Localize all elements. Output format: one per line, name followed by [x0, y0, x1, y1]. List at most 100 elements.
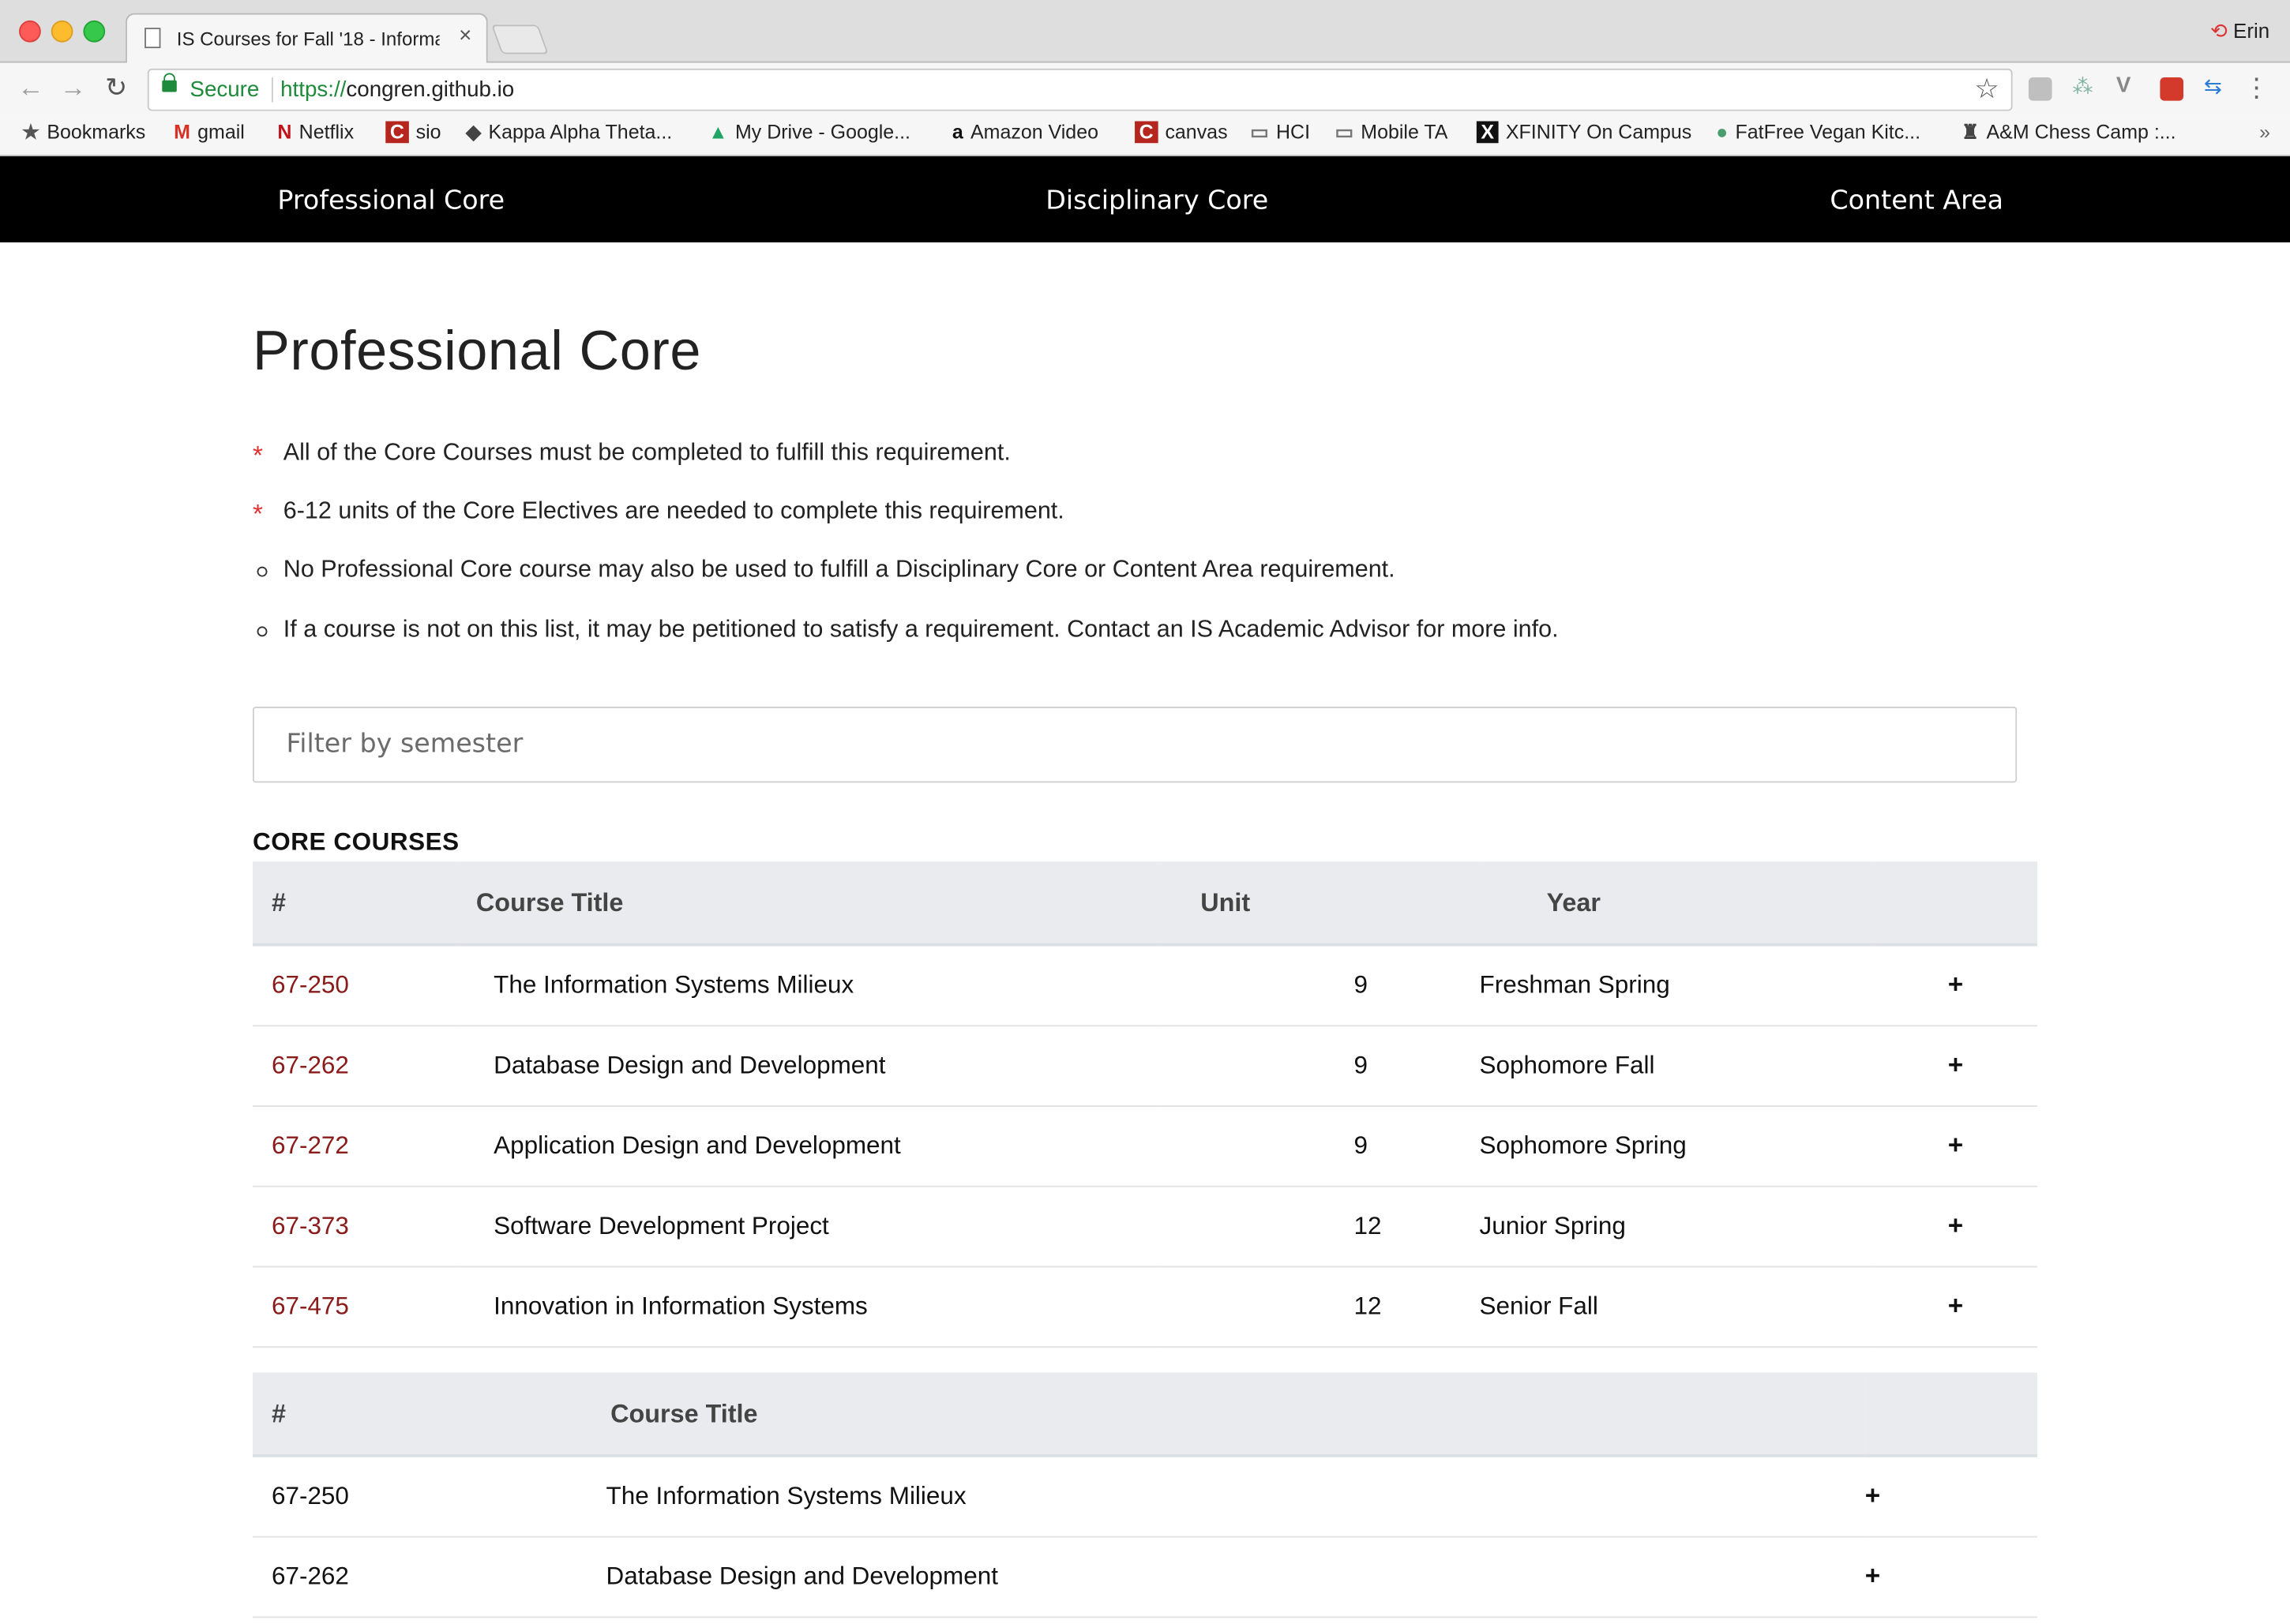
tab-title: IS Courses for Fall '18 - Informa: [176, 28, 440, 50]
course-title: The Information Systems Milieux: [494, 970, 854, 999]
course-year: Sophomore Fall: [1479, 1050, 1655, 1078]
course-code: 67-262: [272, 1562, 349, 1590]
bookmark-item[interactable]: N Netflix: [277, 122, 354, 144]
bookmark-item[interactable]: a Amazon Video: [952, 122, 1098, 144]
course-code[interactable]: 67-262: [253, 1025, 457, 1105]
folder-icon: ▭: [1250, 121, 1269, 144]
menu-icon[interactable]: ⋮: [2243, 74, 2269, 100]
course-title: Database Design and Development: [494, 1050, 886, 1078]
circle-bullet-icon: [257, 626, 268, 637]
bookmark-item[interactable]: ▭ Mobile TA: [1335, 122, 1447, 145]
url-text: https://congren.github.io: [280, 77, 514, 102]
profile-button[interactable]: ⟲ Erin: [2210, 19, 2269, 43]
nav-content-area[interactable]: Content Area: [1830, 186, 2003, 216]
circle-bullet-icon: [257, 566, 268, 577]
secure-label: Secure: [190, 77, 260, 103]
bookmark-label: Bookmarks: [47, 121, 146, 144]
drive-icon: ▲: [708, 121, 728, 144]
kite-icon: ◆: [465, 121, 482, 144]
tab-close-icon[interactable]: ×: [459, 24, 471, 48]
forward-arrow-icon[interactable]: →: [60, 73, 86, 103]
nav-professional-core[interactable]: Professional Core: [277, 186, 505, 216]
table-row: 67-250 The Information Systems Milieux 9…: [252, 945, 2038, 1026]
bookmark-label: FatFree Vegan Kitc...: [1735, 121, 1921, 144]
bookmark-label: HCI: [1276, 121, 1311, 144]
course-code[interactable]: 67-373: [253, 1186, 457, 1266]
netflix-icon: N: [277, 121, 292, 144]
bookmark-star-icon[interactable]: ☆: [1974, 73, 1999, 107]
course-code[interactable]: 67-250: [253, 945, 457, 1026]
expand-button[interactable]: +: [1865, 1536, 2037, 1617]
x-icon: X: [1476, 121, 1499, 144]
browser-toolbar: ← → ↻ Secure https://congren.github.io ☆…: [0, 62, 2290, 116]
bookmark-label: My Drive - Google...: [734, 121, 910, 144]
address-bar[interactable]: Secure https://congren.github.io ☆: [147, 68, 2013, 111]
bookmarks-overflow-icon[interactable]: »: [2259, 122, 2270, 144]
bookmark-item[interactable]: ★ Bookmarks: [22, 122, 146, 145]
sync-icon: ⟲: [2209, 19, 2228, 43]
bookmark-label: Mobile TA: [1361, 121, 1448, 144]
leaf-icon: ●: [1716, 121, 1729, 144]
expand-button[interactable]: +: [1874, 945, 2037, 1026]
semester-filter-input[interactable]: [253, 708, 1966, 778]
bookmark-item[interactable]: Mgmail: [174, 122, 245, 144]
site-nav: Professional Core Disciplinary Core Cont…: [0, 156, 2290, 243]
expand-button[interactable]: +: [1874, 1025, 2037, 1105]
expand-button[interactable]: +: [1874, 1186, 2037, 1266]
c-icon: C: [385, 121, 409, 144]
course-year: Sophomore Spring: [1479, 1131, 1687, 1159]
back-arrow-icon[interactable]: ←: [17, 73, 43, 103]
browser-tab-strip: IS Courses for Fall '18 - Informa × ⟲ Eri…: [0, 0, 2290, 63]
bookmark-item[interactable]: Csio: [385, 121, 441, 144]
extension-v-icon[interactable]: V: [2116, 73, 2140, 97]
url-host: congren.github.io: [346, 77, 515, 103]
bookmark-label: Amazon Video: [970, 121, 1098, 144]
course-title: Innovation in Information Systems: [494, 1291, 868, 1320]
bookmark-label: sio: [415, 121, 441, 144]
lock-icon: [162, 73, 177, 92]
nav-disciplinary-core[interactable]: Disciplinary Core: [1046, 186, 1268, 216]
bookmark-item[interactable]: X XFINITY On Campus: [1476, 121, 1691, 144]
course-code[interactable]: 67-272: [253, 1105, 457, 1186]
col-header-number: #: [272, 887, 287, 917]
window-minimize-button[interactable]: [51, 20, 73, 43]
col-header-title: Course Title: [475, 887, 624, 917]
bookmark-item[interactable]: Ccanvas: [1135, 121, 1228, 144]
list-item-text: 6-12 units of the Core Electives are nee…: [283, 497, 1064, 524]
browser-tab[interactable]: IS Courses for Fall '18 - Informa ×: [126, 13, 488, 63]
list-item-text: All of the Core Courses must be complete…: [283, 439, 1011, 466]
reload-icon[interactable]: ↻: [105, 73, 127, 103]
course-year: Freshman Spring: [1479, 970, 1670, 999]
bookmark-item[interactable]: ♜ A&M Chess Camp :...: [1962, 122, 2176, 145]
table-header-row: # Course Title: [252, 1372, 2038, 1456]
bookmark-item[interactable]: ▭ HCI: [1250, 122, 1310, 145]
table-row: 67-475 Innovation in Information Systems…: [252, 1266, 2038, 1347]
expand-button[interactable]: +: [1874, 1266, 2037, 1347]
cors-extension-icon[interactable]: [2160, 77, 2184, 101]
course-unit: 9: [1353, 1131, 1368, 1159]
table-header-row: # Course Title Unit Year: [252, 861, 2038, 945]
page-icon: [145, 28, 161, 49]
course-code: 67-250: [272, 1481, 349, 1510]
course-unit: 9: [1353, 1050, 1368, 1078]
asterisk-icon: *: [252, 499, 263, 529]
window-close-button[interactable]: [19, 20, 41, 43]
bookmark-item[interactable]: ▲ My Drive - Google...: [708, 122, 910, 144]
bookmark-item[interactable]: ◆ Kappa Alpha Theta...: [466, 122, 672, 145]
extension-arrows-icon[interactable]: ⇆: [2204, 73, 2228, 99]
extension-tree-icon[interactable]: ⁂: [2072, 74, 2096, 98]
url-separator: [272, 77, 273, 103]
course-year: Junior Spring: [1479, 1211, 1626, 1240]
extension-icon[interactable]: [2028, 77, 2052, 101]
expand-button[interactable]: +: [1874, 1105, 2037, 1186]
gmail-icon: M: [174, 121, 190, 144]
expand-button[interactable]: +: [1865, 1456, 2037, 1536]
course-code[interactable]: 67-475: [253, 1266, 457, 1347]
course-unit: 9: [1353, 970, 1368, 999]
new-tab-button[interactable]: [491, 24, 549, 54]
bookmark-item[interactable]: ● FatFree Vegan Kitc...: [1716, 122, 1920, 144]
col-header-year: Year: [1546, 887, 1601, 917]
col-header-number: #: [272, 1397, 287, 1427]
table-row: 67-373 Software Development Project 12 J…: [252, 1186, 2038, 1266]
window-maximize-button[interactable]: [83, 20, 106, 43]
